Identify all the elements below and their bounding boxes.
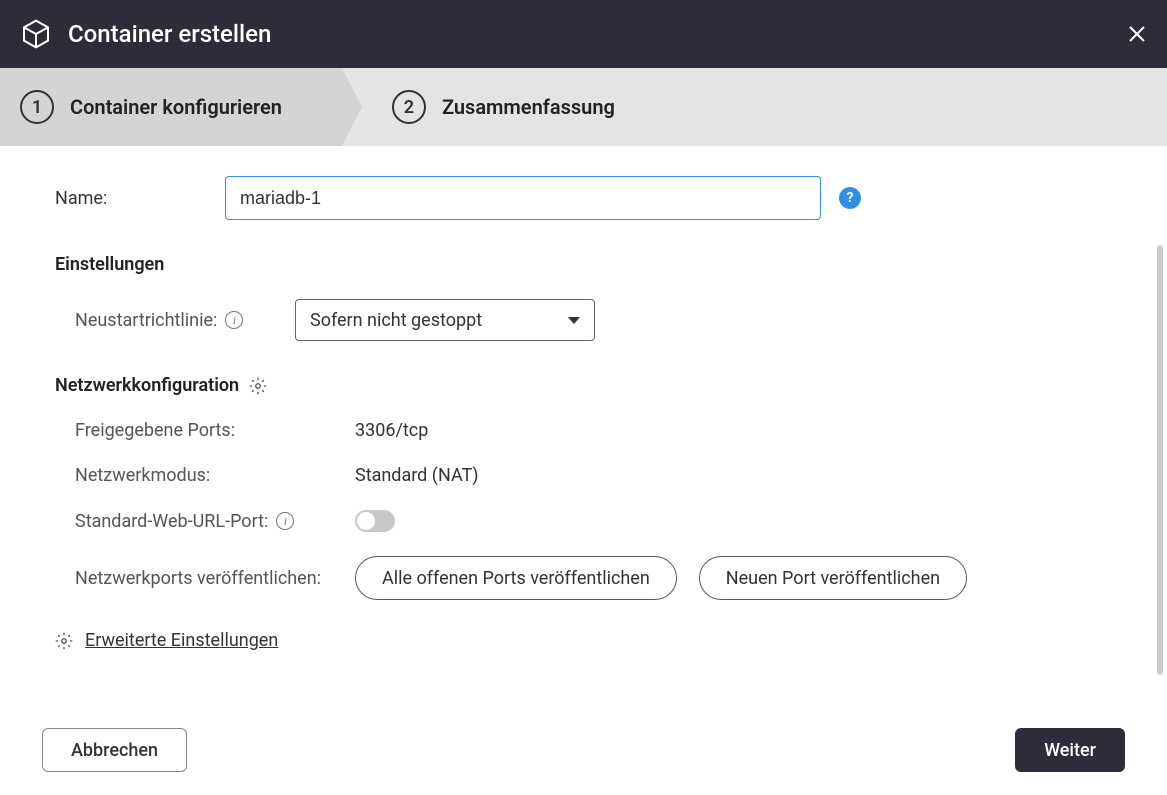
scrollbar-thumb[interactable]: [1157, 245, 1163, 675]
info-icon[interactable]: i: [225, 311, 243, 329]
dialog-title: Container erstellen: [68, 20, 271, 48]
restart-policy-row: Neustartrichtlinie: i Sofern nicht gesto…: [75, 299, 1112, 341]
gear-icon[interactable]: [249, 377, 267, 395]
network-header-text: Netzwerkkonfiguration: [55, 375, 239, 396]
next-label: Weiter: [1044, 740, 1096, 761]
publish-ports-label: Netzwerkports veröffentlichen:: [75, 568, 355, 589]
info-icon[interactable]: i: [276, 512, 294, 530]
next-button[interactable]: Weiter: [1015, 728, 1125, 772]
web-url-port-label-text: Standard-Web-URL-Port:: [75, 511, 268, 532]
publish-new-label: Neuen Port veröffentlichen: [726, 568, 940, 589]
settings-header-text: Einstellungen: [55, 254, 164, 275]
cube-icon: [20, 18, 52, 50]
exposed-ports-row: Freigegebene Ports: 3306/tcp: [75, 420, 1112, 441]
form-content: Name: ? Einstellungen Neustartrichtlinie…: [0, 146, 1167, 705]
name-input[interactable]: [225, 176, 821, 220]
cancel-button[interactable]: Abbrechen: [42, 728, 187, 772]
step-summary[interactable]: 2 Zusammenfassung: [342, 90, 615, 124]
restart-policy-value: Sofern nicht gestoppt: [310, 310, 482, 331]
web-url-port-toggle[interactable]: [355, 510, 395, 532]
exposed-ports-label: Freigegebene Ports:: [75, 420, 355, 441]
web-url-port-row: Standard-Web-URL-Port: i: [75, 510, 1112, 532]
step-configure[interactable]: 1 Container konfigurieren: [0, 68, 342, 146]
network-mode-value: Standard (NAT): [355, 465, 479, 486]
step-label: Zusammenfassung: [442, 95, 615, 119]
network-header: Netzwerkkonfiguration: [55, 375, 1112, 396]
restart-policy-label: Neustartrichtlinie: i: [75, 310, 295, 331]
restart-policy-select[interactable]: Sofern nicht gestoppt: [295, 299, 595, 341]
close-icon[interactable]: [1125, 22, 1149, 46]
advanced-settings-link[interactable]: Erweiterte Einstellungen: [55, 630, 1112, 651]
publish-ports-buttons: Alle offenen Ports veröffentlichen Neuen…: [355, 556, 967, 600]
cancel-label: Abbrechen: [71, 740, 158, 761]
step-label: Container konfigurieren: [70, 95, 282, 119]
scrollbar[interactable]: [1157, 245, 1163, 675]
wizard-steps: 1 Container konfigurieren 2 Zusammenfass…: [0, 68, 1167, 146]
name-label: Name:: [55, 188, 225, 209]
dialog-footer: Abbrechen Weiter: [0, 705, 1167, 795]
publish-all-button[interactable]: Alle offenen Ports veröffentlichen: [355, 556, 677, 600]
advanced-settings-text: Erweiterte Einstellungen: [85, 630, 278, 651]
settings-header: Einstellungen: [55, 254, 1112, 275]
step-number: 1: [20, 90, 54, 124]
gear-icon: [55, 632, 73, 650]
publish-all-label: Alle offenen Ports veröffentlichen: [382, 568, 650, 589]
publish-new-button[interactable]: Neuen Port veröffentlichen: [699, 556, 967, 600]
network-mode-row: Netzwerkmodus: Standard (NAT): [75, 465, 1112, 486]
exposed-ports-value: 3306/tcp: [355, 420, 428, 441]
publish-ports-row: Netzwerkports veröffentlichen: Alle offe…: [75, 556, 1112, 600]
dialog-header: Container erstellen: [0, 0, 1167, 68]
restart-policy-label-text: Neustartrichtlinie:: [75, 310, 217, 331]
help-icon[interactable]: ?: [839, 187, 861, 209]
chevron-down-icon: [568, 317, 580, 324]
network-mode-label: Netzwerkmodus:: [75, 465, 355, 486]
name-row: Name: ?: [55, 176, 1112, 220]
step-number: 2: [392, 90, 426, 124]
web-url-port-label: Standard-Web-URL-Port: i: [75, 511, 355, 532]
